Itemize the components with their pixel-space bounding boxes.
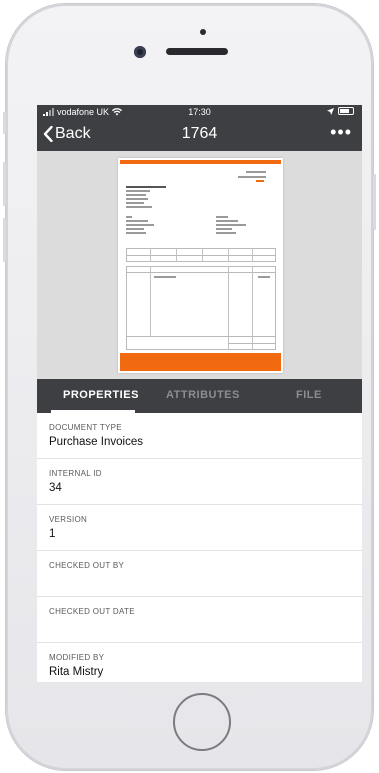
invoice-items-table (126, 266, 276, 350)
proximity-sensor (200, 29, 206, 35)
properties-list: DOCUMENT TYPE Purchase Invoices INTERNAL… (37, 413, 362, 682)
home-button[interactable] (173, 693, 231, 751)
invoice-text-line (216, 224, 246, 226)
property-label: INTERNAL ID (49, 469, 102, 478)
invoice-rule (126, 255, 276, 256)
property-document-type[interactable]: DOCUMENT TYPE Purchase Invoices (37, 413, 362, 459)
tab-file[interactable]: FILE (296, 389, 322, 401)
invoice-rule (150, 248, 151, 262)
tab-attributes[interactable]: ATTRIBUTES (166, 389, 240, 401)
invoice-text-line (126, 194, 146, 196)
invoice-text-line (126, 198, 148, 200)
document-preview[interactable] (37, 151, 362, 379)
invoice-text-line (216, 216, 228, 218)
property-label: CHECKED OUT DATE (49, 607, 135, 616)
back-button[interactable]: Back (43, 125, 91, 143)
property-version[interactable]: VERSION 1 (37, 505, 362, 551)
property-value: Rita Mistry (49, 666, 104, 678)
property-modified-by[interactable]: MODIFIED BY Rita Mistry (37, 643, 362, 682)
back-label: Back (55, 125, 91, 142)
invoice-header-band (120, 160, 281, 164)
invoice-rule (126, 336, 276, 337)
invoice-text-line (258, 276, 270, 278)
invoice-text-line (126, 228, 144, 230)
invoice-rule (202, 248, 203, 262)
property-value: Purchase Invoices (49, 436, 143, 448)
chevron-left-icon (43, 126, 53, 142)
invoice-text-line (216, 232, 236, 234)
invoice-text-line (126, 202, 144, 204)
battery-icon (338, 107, 354, 115)
more-options-button[interactable]: ••• (330, 122, 352, 143)
invoice-text-line (126, 206, 152, 208)
property-checked-out-by[interactable]: CHECKED OUT BY (37, 551, 362, 597)
tab-properties[interactable]: PROPERTIES (63, 389, 139, 401)
invoice-text-line (216, 220, 238, 222)
invoice-text-line (126, 232, 146, 234)
invoice-text-line (126, 216, 132, 218)
invoice-text-line (246, 171, 266, 173)
invoice-text-line (256, 180, 264, 182)
invoice-text-line (126, 224, 154, 226)
invoice-footer-band (120, 353, 281, 371)
invoice-rule (150, 266, 151, 336)
property-label: CHECKED OUT BY (49, 561, 125, 570)
earpiece-speaker (166, 48, 228, 55)
invoice-text-line (126, 186, 166, 188)
property-label: DOCUMENT TYPE (49, 423, 122, 432)
invoice-text-line (126, 220, 148, 222)
invoice-rule (126, 272, 276, 273)
property-label: MODIFIED BY (49, 653, 105, 662)
invoice-rule (228, 266, 229, 350)
invoice-text-line (238, 176, 266, 178)
top-bar: vodafone UK 17:30 Back 1764 ••• (37, 105, 362, 151)
invoice-text-line (126, 190, 150, 192)
property-value: 34 (49, 482, 62, 494)
property-value: 1 (49, 528, 56, 540)
power-button (373, 174, 376, 230)
location-arrow-icon (327, 107, 334, 115)
mute-switch (3, 112, 6, 134)
invoice-rule (228, 343, 276, 344)
clock: 17:30 (188, 107, 211, 117)
invoice-text-line (216, 228, 232, 230)
invoice-rule (228, 248, 229, 262)
property-internal-id[interactable]: INTERNAL ID 34 (37, 459, 362, 505)
invoice-thumbnail[interactable] (118, 158, 283, 373)
volume-up-button (3, 162, 6, 206)
volume-down-button (3, 218, 6, 262)
invoice-text-line (154, 276, 176, 278)
invoice-rule (252, 266, 253, 350)
nav-bar: Back 1764 ••• (37, 121, 362, 149)
status-right (327, 107, 354, 115)
property-label: VERSION (49, 515, 88, 524)
invoice-rule (252, 248, 253, 262)
property-checked-out-date[interactable]: CHECKED OUT DATE (37, 597, 362, 643)
tab-bar: PROPERTIES ATTRIBUTES FILE (37, 379, 362, 413)
status-bar: vodafone UK 17:30 (37, 107, 362, 119)
invoice-rule (176, 248, 177, 262)
front-camera (134, 46, 146, 58)
app-screen: vodafone UK 17:30 Back 1764 ••• PROPERTI… (37, 105, 362, 682)
